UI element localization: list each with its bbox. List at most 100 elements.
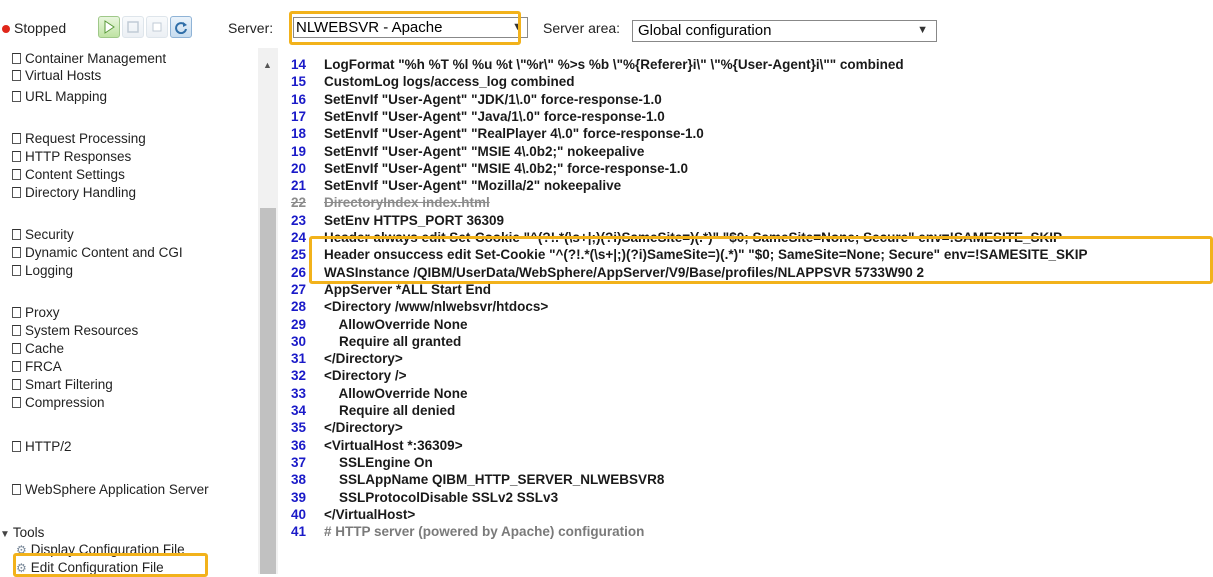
- chevron-down-icon: ▼: [917, 24, 928, 36]
- line-text: Header always edit Set-Cookie "^(?!.*(\s…: [324, 230, 1062, 245]
- chevron-down-icon: ▼: [512, 21, 523, 33]
- line-number: 29: [290, 316, 306, 332]
- line-number: 34: [290, 403, 306, 418]
- wrench-icon: ⚙: [16, 561, 27, 574]
- line-text: <Directory />: [324, 368, 407, 384]
- line-number: 41: [290, 524, 306, 540]
- page-icon: [12, 151, 21, 162]
- line-text: Header onsuccess edit Set-Cookie "^(?!.*…: [324, 247, 1088, 263]
- line-number: 20: [290, 160, 306, 176]
- sidebar-item-frca[interactable]: FRCA: [12, 359, 62, 374]
- line-text: </Directory>: [324, 351, 403, 367]
- page-icon: [12, 379, 21, 390]
- server-area-value: Global configuration: [638, 22, 772, 39]
- sidebar-item-websphere[interactable]: WebSphere Application Server: [12, 482, 209, 497]
- stop-button[interactable]: [146, 16, 168, 38]
- line-number: 17: [290, 108, 306, 124]
- sidebar-item-compression[interactable]: Compression: [12, 395, 105, 410]
- line-text: SetEnvIf "User-Agent" "Java/1\.0" force-…: [324, 108, 665, 124]
- page-icon: [12, 265, 21, 276]
- line-text: <Directory /www/nlwebsvr/htdocs>: [324, 299, 549, 315]
- sidebar-item-security[interactable]: Security: [12, 227, 74, 242]
- line-number: 24: [290, 230, 306, 245]
- line-text: <VirtualHost *:36309>: [324, 437, 463, 453]
- page-icon: [12, 70, 21, 81]
- page-icon: [12, 307, 21, 318]
- sidebar-scroll-thumb[interactable]: [260, 208, 276, 574]
- line-number: 37: [290, 454, 306, 470]
- refresh-icon: [175, 22, 187, 34]
- line-text: # HTTP server (powered by Apache) config…: [324, 524, 645, 540]
- toolbar: Stopped Server: NLWEBSVR - Apache ▼ Serv…: [0, 0, 1213, 48]
- restart-button[interactable]: [122, 16, 144, 38]
- line-text: CustomLog logs/access_log combined: [324, 74, 575, 90]
- sidebar-item-http-responses[interactable]: HTTP Responses: [12, 149, 131, 164]
- line-text: </Directory>: [324, 420, 403, 436]
- edit-configuration-file-link[interactable]: ⚙ Edit Configuration File: [16, 560, 164, 574]
- page-icon: [12, 133, 21, 144]
- line-text: AppServer *ALL Start End: [324, 281, 492, 297]
- line-text: AllowOverride None: [324, 385, 468, 401]
- page-icon: [12, 53, 21, 64]
- line-number: 35: [290, 420, 306, 436]
- page-icon: [12, 247, 21, 258]
- page-icon: [12, 441, 21, 452]
- line-number: 31: [290, 351, 306, 367]
- sidebar-item-proxy[interactable]: Proxy: [12, 305, 60, 320]
- refresh-button[interactable]: [170, 16, 192, 38]
- sidebar-item-virtual-hosts[interactable]: Virtual Hosts: [12, 68, 101, 83]
- server-select[interactable]: NLWEBSVR - Apache ▼: [293, 17, 528, 38]
- collapse-triangle-icon: ▼: [0, 529, 10, 540]
- sidebar-item-dynamic-content[interactable]: Dynamic Content and CGI: [12, 245, 183, 260]
- line-text: SetEnvIf "User-Agent" "RealPlayer 4\.0" …: [324, 126, 704, 142]
- page-icon: [12, 169, 21, 180]
- page-icon: [12, 343, 21, 354]
- line-text: SetEnv HTTPS_PORT 36309: [324, 212, 505, 228]
- line-number: 23: [290, 212, 306, 228]
- sidebar-item-system-resources[interactable]: System Resources: [12, 323, 138, 338]
- line-text: Require all denied: [324, 403, 456, 418]
- stop-icon: [152, 22, 162, 32]
- line-number: 28: [290, 299, 306, 315]
- sidebar-item-request-processing[interactable]: Request Processing: [12, 131, 146, 146]
- line-text: WASInstance /QIBM/UserData/WebSphere/App…: [324, 264, 924, 280]
- line-number: 38: [290, 472, 306, 488]
- wrench-icon: ⚙: [16, 543, 27, 557]
- line-text: SetEnvIf "User-Agent" "MSIE 4\.0b2;" for…: [324, 160, 688, 176]
- page-icon: [12, 484, 21, 495]
- line-text: LogFormat "%h %T %l %u %t \"%r\" %>s %b …: [324, 57, 904, 72]
- line-text: SetEnvIf "User-Agent" "JDK/1\.0" force-r…: [324, 91, 662, 107]
- line-number: 32: [290, 368, 306, 384]
- sidebar-item-url-mapping[interactable]: URL Mapping: [12, 89, 107, 104]
- tools-section-header[interactable]: ▼ Tools: [0, 525, 44, 540]
- page-icon: [12, 91, 21, 102]
- page-icon: [12, 397, 21, 408]
- sidebar-item-directory-handling[interactable]: Directory Handling: [12, 185, 136, 200]
- display-configuration-file-link[interactable]: ⚙ Display Configuration File: [16, 542, 185, 557]
- sidebar-item-cache[interactable]: Cache: [12, 341, 64, 356]
- line-number: 25: [290, 247, 306, 263]
- play-icon: [104, 20, 115, 34]
- line-number: 15: [290, 74, 306, 90]
- sidebar-item-smart-filtering[interactable]: Smart Filtering: [12, 377, 113, 392]
- sidebar-item-logging[interactable]: Logging: [12, 263, 73, 278]
- line-number: 19: [290, 143, 306, 159]
- line-number: 21: [290, 178, 306, 194]
- line-text: SSLEngine On: [324, 454, 433, 470]
- sidebar-item-container-management[interactable]: Container Management: [12, 51, 166, 66]
- line-text: </VirtualHost>: [324, 506, 416, 522]
- line-number: 33: [290, 385, 306, 401]
- sidebar-item-content-settings[interactable]: Content Settings: [12, 167, 125, 182]
- page-icon: [12, 325, 21, 336]
- page-icon: [12, 187, 21, 198]
- scroll-up-arrow-icon[interactable]: ▲: [263, 60, 272, 70]
- server-area-select[interactable]: Global configuration ▼: [632, 20, 937, 42]
- start-button[interactable]: [98, 16, 120, 38]
- line-number: 18: [290, 126, 306, 142]
- sidebar: Container Management Virtual Hosts URL M…: [0, 48, 262, 574]
- sidebar-item-http2[interactable]: HTTP/2: [12, 439, 72, 454]
- config-file-view: 14 LogFormat "%h %T %l %u %t \"%r\" %>s %…: [278, 48, 1213, 574]
- server-select-value: NLWEBSVR - Apache: [296, 19, 443, 36]
- line-number: 14: [290, 57, 306, 72]
- line-number: 26: [290, 264, 306, 280]
